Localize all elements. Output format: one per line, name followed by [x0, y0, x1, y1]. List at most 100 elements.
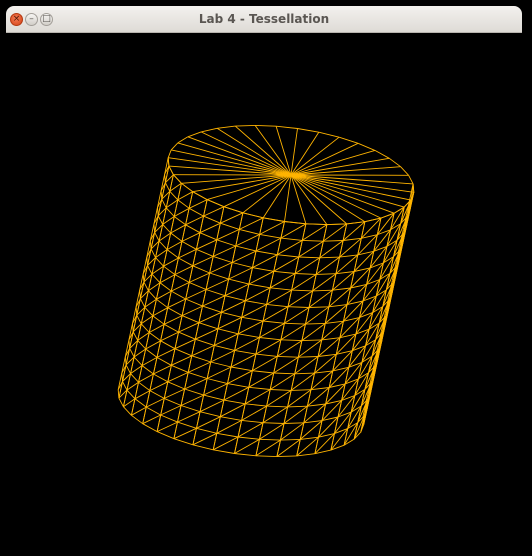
- side-diagonal-edge: [214, 333, 239, 346]
- side-ring-edge: [228, 278, 250, 285]
- side-ring-edge: [231, 262, 253, 269]
- side-diagonal-edge: [262, 406, 288, 424]
- side-ring-edge: [283, 422, 304, 424]
- side-ring-edge: [305, 322, 326, 325]
- side-diagonal-edge: [178, 322, 200, 333]
- side-diagonal-edge: [185, 215, 204, 226]
- window-title: Lab 4 - Tessellation: [198, 12, 330, 26]
- side-diagonal-edge: [223, 386, 249, 401]
- side-ring-edge: [234, 349, 256, 355]
- side-ring-edge: [140, 323, 150, 333]
- side-ring-edge: [170, 232, 183, 242]
- side-ring-edge: [184, 388, 204, 396]
- side-diagonal-edge: [205, 278, 229, 290]
- close-button[interactable]: ×: [10, 13, 23, 26]
- side-diagonal-edge: [357, 234, 378, 256]
- side-ring-edge: [192, 265, 210, 274]
- gl-viewport[interactable]: [0, 33, 532, 556]
- top-cap-spoke: [290, 166, 401, 176]
- side-ring-edge: [171, 290, 186, 300]
- side-ring-edge: [180, 405, 201, 413]
- side-ring-edge: [133, 356, 143, 366]
- side-ring-edge: [280, 438, 301, 441]
- side-diagonal-edge: [335, 333, 357, 355]
- side-ring-edge: [252, 267, 274, 272]
- side-ring-edge: [245, 300, 267, 305]
- side-diagonal-edge: [328, 366, 350, 388]
- side-ring-edge: [231, 366, 253, 372]
- top-cap-rim-edge: [374, 150, 390, 159]
- side-ring-edge: [157, 215, 164, 225]
- side-ring-edge: [149, 390, 165, 399]
- side-diagonal-edge: [277, 340, 303, 357]
- side-ring-edge: [202, 305, 222, 313]
- side-diagonal-edge: [166, 241, 183, 250]
- side-diagonal-edge: [177, 411, 201, 423]
- side-ring-edge: [248, 283, 271, 289]
- window-controls: × – □: [10, 12, 53, 27]
- side-diagonal-edge: [199, 222, 221, 234]
- side-ring-edge: [117, 389, 120, 399]
- side-diagonal-edge: [199, 399, 225, 413]
- side-ring-edge: [241, 316, 264, 322]
- side-diagonal-edge: [170, 224, 186, 234]
- top-cap-rim-edge: [263, 217, 285, 222]
- side-ring-edge: [148, 290, 157, 300]
- side-ring-edge: [273, 270, 296, 274]
- side-diagonal-edge: [255, 237, 282, 252]
- side-diagonal-edge: [269, 273, 296, 289]
- side-diagonal-edge: [181, 232, 201, 242]
- top-cap-spoke: [168, 165, 292, 176]
- side-ring-edge: [259, 438, 281, 441]
- side-ring-edge: [156, 431, 175, 440]
- side-diagonal-edge: [287, 290, 313, 308]
- side-diagonal-edge: [346, 284, 367, 305]
- top-cap-spoke: [290, 174, 411, 201]
- side-ring-edge: [256, 250, 278, 256]
- side-diagonal-edge: [284, 307, 310, 324]
- side-ring-edge: [298, 356, 319, 358]
- side-vertical-edge: [363, 192, 415, 425]
- side-diagonal-edge: [189, 272, 210, 283]
- side-ring-edge: [237, 436, 260, 440]
- side-diagonal-edge: [245, 287, 271, 302]
- top-cap-rim-edge: [235, 124, 256, 127]
- side-diagonal-edge: [273, 356, 299, 374]
- side-diagonal-edge: [142, 414, 161, 425]
- top-cap-rim-edge: [177, 136, 189, 144]
- minimize-button[interactable]: –: [25, 13, 38, 26]
- side-diagonal-edge: [146, 397, 165, 408]
- side-ring-edge: [177, 421, 197, 429]
- side-ring-edge: [291, 389, 312, 391]
- top-cap-rim-edge: [389, 157, 401, 168]
- side-ring-edge: [185, 224, 201, 234]
- side-diagonal-edge: [196, 239, 217, 250]
- side-diagonal-edge: [184, 378, 208, 390]
- side-ring-edge: [146, 406, 161, 416]
- top-cap-spoke: [275, 126, 292, 176]
- side-ring-edge: [206, 378, 228, 385]
- side-ring-edge: [166, 249, 179, 259]
- side-diagonal-edge: [171, 281, 190, 292]
- side-ring-edge: [173, 438, 194, 446]
- side-ring-edge: [198, 322, 219, 330]
- side-ring-edge: [213, 255, 233, 263]
- side-diagonal-edge: [202, 295, 226, 307]
- side-diagonal-edge: [212, 436, 239, 451]
- side-ring-edge: [163, 265, 176, 275]
- side-ring-edge: [196, 427, 217, 434]
- top-cap-rim-edge: [255, 124, 277, 127]
- side-diagonal-edge: [294, 257, 320, 274]
- side-ring-edge: [241, 419, 264, 424]
- side-diagonal-edge: [230, 353, 257, 368]
- side-ring-edge: [191, 355, 211, 363]
- maximize-button[interactable]: □: [40, 13, 53, 26]
- side-diagonal-edge: [231, 250, 257, 263]
- top-cap-rim-edge: [167, 149, 172, 158]
- top-cap-rim-edge: [217, 125, 236, 129]
- side-diagonal-edge: [210, 349, 235, 363]
- side-diagonal-edge: [298, 240, 324, 258]
- title-bar[interactable]: × – □ Lab 4 - Tessellation: [6, 6, 522, 33]
- side-diagonal-edge: [224, 283, 250, 297]
- side-diagonal-edge: [252, 356, 278, 372]
